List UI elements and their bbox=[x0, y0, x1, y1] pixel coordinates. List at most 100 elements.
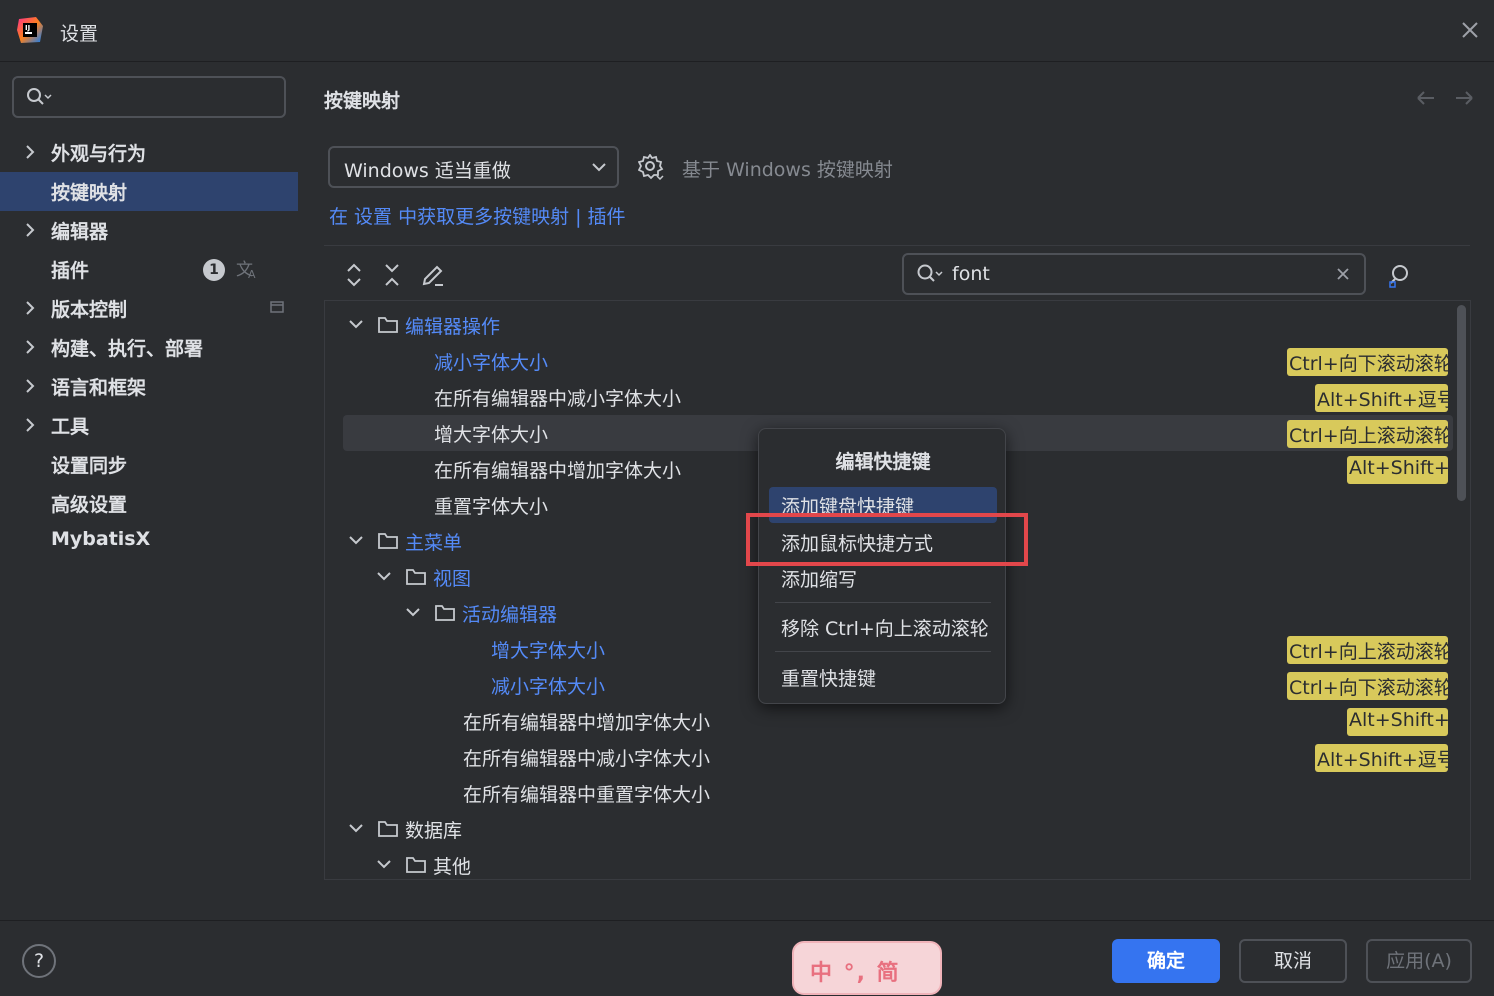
tree-action-row[interactable]: 在所有编辑器中减小字体大小 Alt+Shift+逗号 bbox=[325, 379, 1455, 415]
shortcut-badge: Ctrl+向上滚动滚轮 bbox=[1287, 420, 1448, 448]
folder-icon bbox=[406, 857, 426, 873]
sidebar-item-label: 编辑器 bbox=[51, 221, 109, 243]
sidebar-item-label: 插件 bbox=[51, 260, 90, 282]
sidebar-item-plugins[interactable]: 插件 1 文 A bbox=[0, 250, 298, 289]
ok-button[interactable]: 确定 bbox=[1112, 939, 1220, 983]
shortcut-badge: Alt+Shift+ bbox=[1347, 456, 1448, 484]
filter-value: font bbox=[952, 263, 990, 285]
based-on-label: 基于 Windows 按键映射 bbox=[682, 159, 893, 181]
sidebar-item-keymap[interactable]: 按键映射 bbox=[0, 172, 298, 211]
page-title: 按键映射 bbox=[324, 90, 401, 112]
sidebar-item-advanced[interactable]: 高级设置 bbox=[0, 484, 298, 523]
chevron-down-icon[interactable] bbox=[377, 570, 391, 582]
ime-status: 中 °, 简 bbox=[810, 961, 901, 986]
apply-button[interactable]: 应用(A) bbox=[1366, 939, 1472, 983]
tree-action-row[interactable]: 在所有编辑器中增加字体大小 Alt+Shift+ bbox=[325, 703, 1455, 739]
sidebar-item-languages[interactable]: 语言和框架 bbox=[0, 367, 298, 406]
folder-icon bbox=[406, 569, 426, 585]
sidebar-item-build[interactable]: 构建、执行、部署 bbox=[0, 328, 298, 367]
sidebar-item-label: MybatisX bbox=[51, 528, 151, 550]
help-button[interactable]: ? bbox=[22, 944, 56, 978]
find-by-shortcut-icon[interactable] bbox=[1386, 262, 1414, 290]
collapse-all-icon[interactable] bbox=[380, 262, 404, 288]
sidebar-item-sync[interactable]: 设置同步 bbox=[0, 445, 298, 484]
folder-icon bbox=[378, 821, 398, 837]
edit-icon[interactable] bbox=[420, 262, 446, 288]
popup-item-remove-shortcut[interactable]: 移除 Ctrl+向上滚动滚轮 bbox=[769, 609, 997, 645]
translate-icon: 文A bbox=[236, 260, 256, 280]
back-forward-arrows[interactable] bbox=[1414, 88, 1474, 108]
search-icon bbox=[917, 264, 943, 282]
shortcut-badge: Ctrl+向下滚动滚轮 bbox=[1287, 348, 1448, 376]
chevron-down-icon[interactable] bbox=[349, 534, 363, 546]
folder-icon bbox=[378, 533, 398, 549]
folder-icon bbox=[435, 605, 455, 621]
popup-separator bbox=[775, 602, 991, 603]
cancel-button[interactable]: 取消 bbox=[1239, 939, 1347, 983]
sidebar-item-label: 设置同步 bbox=[51, 455, 128, 477]
chevron-down-icon bbox=[592, 163, 606, 172]
popup-item-reset-shortcuts[interactable]: 重置快捷键 bbox=[769, 659, 997, 695]
tree-folder-row[interactable]: 数据库 bbox=[325, 811, 1455, 847]
folder-icon bbox=[378, 317, 398, 333]
sidebar-item-tools[interactable]: 工具 bbox=[0, 406, 298, 445]
sidebar-item-label: 版本控制 bbox=[51, 299, 128, 321]
settings-search-input[interactable] bbox=[12, 76, 286, 118]
popup-title: 编辑快捷键 bbox=[835, 451, 931, 473]
tree-folder-row[interactable]: 其他 bbox=[325, 847, 1455, 879]
tree-folder-row[interactable]: 编辑器操作 bbox=[325, 307, 1455, 343]
sidebar-item-label: 工具 bbox=[51, 416, 90, 438]
sidebar-item-vcs[interactable]: 版本控制 bbox=[0, 289, 298, 328]
tree-row-label: 在所有编辑器中增加字体大小 bbox=[434, 460, 682, 482]
sidebar-item-label: 外观与行为 bbox=[51, 143, 147, 165]
gear-icon[interactable] bbox=[638, 154, 664, 180]
sidebar-item-label: 构建、执行、部署 bbox=[51, 338, 204, 360]
tree-row-label: 在所有编辑器中重置字体大小 bbox=[463, 784, 711, 806]
sidebar-item-appearance[interactable]: 外观与行为 bbox=[0, 133, 298, 172]
sidebar-item-mybatisx[interactable]: MybatisX bbox=[0, 522, 298, 561]
popup-separator bbox=[775, 651, 991, 652]
ime-toolbar[interactable]: 中 °, 简 bbox=[792, 941, 942, 995]
get-more-keymaps-link[interactable]: 在 设置 中获取更多按键映射 | 插件 bbox=[329, 202, 626, 229]
tree-row-label: 增大字体大小 bbox=[491, 640, 606, 662]
svg-text:IJ: IJ bbox=[25, 24, 30, 32]
expand-all-icon[interactable] bbox=[342, 262, 366, 288]
tree-row-label: 在所有编辑器中减小字体大小 bbox=[434, 388, 682, 410]
tree-scrollbar[interactable] bbox=[1457, 305, 1466, 501]
shortcut-badge: Alt+Shift+逗号 bbox=[1315, 744, 1448, 772]
svg-text:A: A bbox=[248, 268, 256, 280]
popup-item-label: 移除 Ctrl+向上滚动滚轮 bbox=[781, 618, 989, 640]
update-count-badge: 1 bbox=[203, 259, 225, 281]
tree-row-label: 减小字体大小 bbox=[491, 676, 606, 698]
window-title: 设置 bbox=[60, 23, 99, 45]
edit-shortcut-popup: 编辑快捷键 添加键盘快捷键 添加鼠标快捷方式 添加缩写 移除 Ctrl+向上滚动… bbox=[758, 428, 1006, 704]
close-icon[interactable] bbox=[1458, 18, 1482, 42]
tree-row-label: 减小字体大小 bbox=[434, 352, 549, 374]
tree-row-label: 增大字体大小 bbox=[434, 424, 549, 446]
settings-sidebar: 外观与行为按键映射编辑器插件 1 文 A 版本控制构建、执行、部署语言和框架工具设置同步… bbox=[0, 62, 298, 920]
tree-action-row[interactable]: 在所有编辑器中减小字体大小 Alt+Shift+逗号 bbox=[325, 739, 1455, 775]
tree-action-row[interactable]: 减小字体大小 Ctrl+向下滚动滚轮 bbox=[325, 343, 1455, 379]
keymap-filter-input[interactable]: font bbox=[902, 253, 1366, 295]
intellij-logo-icon: IJ bbox=[17, 17, 43, 43]
tree-action-row[interactable]: 在所有编辑器中重置字体大小 bbox=[325, 775, 1455, 811]
highlight-box bbox=[746, 513, 1028, 566]
chevron-down-icon[interactable] bbox=[349, 822, 363, 834]
sidebar-item-label: 高级设置 bbox=[51, 494, 128, 516]
chevron-down-icon[interactable] bbox=[377, 858, 391, 870]
chevron-right-icon bbox=[26, 379, 35, 393]
shortcut-badge: Alt+Shift+逗号 bbox=[1315, 384, 1448, 412]
tree-row-label: 视图 bbox=[433, 568, 472, 590]
tree-row-label: 其他 bbox=[433, 856, 472, 878]
keymap-select-value: Windows 适当重做 bbox=[344, 160, 511, 182]
sidebar-item-editor[interactable]: 编辑器 bbox=[0, 211, 298, 250]
tree-row-label: 在所有编辑器中减小字体大小 bbox=[463, 748, 711, 770]
clear-icon[interactable] bbox=[1336, 267, 1350, 281]
chevron-down-icon[interactable] bbox=[406, 606, 420, 618]
chevron-down-icon[interactable] bbox=[349, 318, 363, 330]
tree-row-label: 数据库 bbox=[405, 820, 463, 842]
keymap-select[interactable]: Windows 适当重做 bbox=[328, 146, 619, 188]
back-arrow-icon bbox=[1417, 91, 1434, 105]
chevron-right-icon bbox=[26, 145, 35, 159]
project-level-icon bbox=[270, 301, 284, 313]
